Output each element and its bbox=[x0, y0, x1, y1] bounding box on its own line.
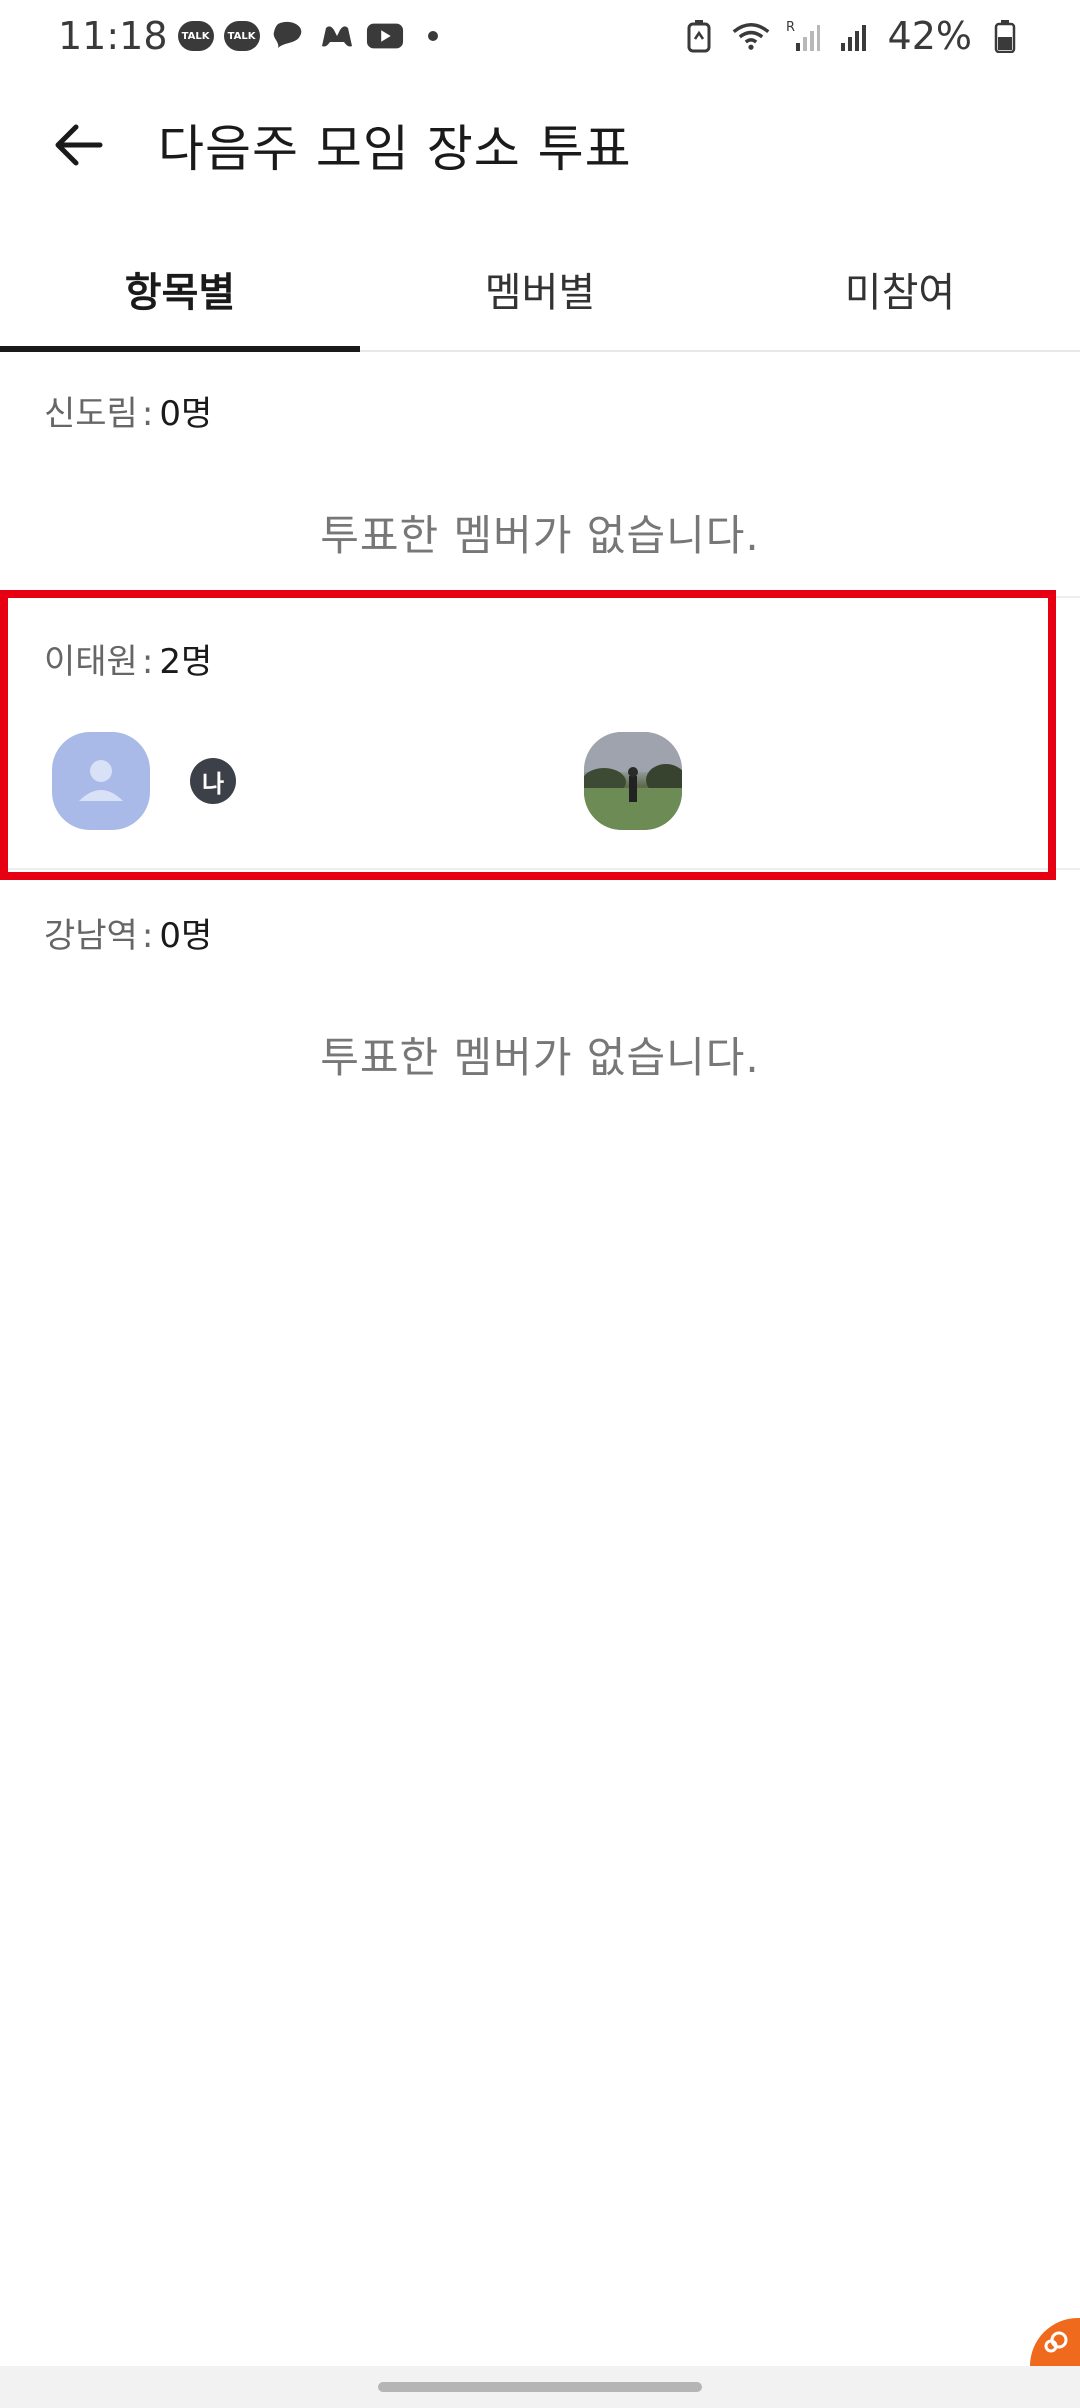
option-label: 이태원 : 2명 bbox=[44, 634, 212, 683]
link-icon bbox=[1044, 2331, 1068, 2353]
option-label: 신도림 : 0명 bbox=[44, 386, 212, 435]
me-badge: 나 bbox=[190, 758, 236, 804]
option-name: 신도림 bbox=[44, 394, 138, 434]
option-separator: : bbox=[141, 916, 154, 956]
wifi-icon bbox=[732, 20, 770, 52]
empty-voters-message: 투표한 멤버가 없습니다. bbox=[320, 511, 760, 560]
signal-roaming-icon: R bbox=[784, 20, 822, 52]
tab-bar: 항목별 멤버별 미참여 bbox=[0, 228, 1080, 352]
option-section-gangnam: 강남역 : 0명 투표한 멤버가 없습니다. bbox=[0, 870, 1080, 1120]
option-label: 강남역 : 0명 bbox=[44, 908, 212, 957]
floating-action-button[interactable] bbox=[1030, 2318, 1080, 2366]
option-section-itaewon: 이태원 : 2명 나 bbox=[0, 598, 1080, 870]
option-name: 이태원 bbox=[44, 642, 138, 682]
game-icon bbox=[318, 20, 356, 52]
battery-percent: 42% bbox=[887, 14, 972, 58]
youtube-icon bbox=[366, 20, 404, 52]
empty-voters-message: 투표한 멤버가 없습니다. bbox=[320, 1033, 760, 1082]
home-indicator[interactable] bbox=[378, 2382, 702, 2392]
signal-icon bbox=[836, 20, 874, 52]
option-count: 0명 bbox=[159, 916, 213, 956]
page-title: 다음주 모임 장소 투표 bbox=[158, 120, 632, 178]
avatar bbox=[52, 732, 150, 830]
profile-photo bbox=[584, 732, 682, 830]
battery-saver-icon bbox=[680, 20, 718, 53]
dot-icon bbox=[414, 20, 452, 52]
option-name: 강남역 bbox=[44, 916, 138, 956]
status-bar: 11:18 TALK TALK R 42% bbox=[0, 0, 1080, 72]
avatar bbox=[584, 732, 682, 830]
option-separator: : bbox=[141, 394, 154, 434]
battery-icon bbox=[986, 20, 1024, 53]
person-icon bbox=[79, 760, 123, 801]
status-right: R 42% bbox=[680, 14, 1024, 58]
tab-by-member[interactable]: 멤버별 bbox=[360, 228, 720, 350]
option-section-sindorim: 신도림 : 0명 투표한 멤버가 없습니다. bbox=[0, 352, 1080, 598]
chat-icon bbox=[270, 20, 308, 52]
screen: 11:18 TALK TALK R 42% 다음주 모임 장소 투표 항목별 멤… bbox=[0, 0, 1080, 2408]
status-left: 11:18 TALK TALK bbox=[58, 14, 452, 58]
app-header: 다음주 모임 장소 투표 bbox=[0, 72, 1080, 218]
tab-by-option[interactable]: 항목별 bbox=[0, 228, 360, 352]
option-separator: : bbox=[141, 642, 154, 682]
kakaotalk-icon: TALK bbox=[223, 21, 260, 51]
option-count: 2명 bbox=[159, 642, 213, 682]
voter-item[interactable] bbox=[584, 732, 682, 830]
navigation-bar bbox=[0, 2366, 1080, 2408]
svg-text:R: R bbox=[786, 20, 795, 35]
status-time: 11:18 bbox=[58, 14, 168, 58]
option-count: 0명 bbox=[159, 394, 213, 434]
back-button[interactable] bbox=[30, 97, 126, 193]
voter-item-me[interactable]: 나 bbox=[52, 732, 236, 830]
kakaotalk-icon: TALK bbox=[177, 21, 214, 51]
tab-not-voted[interactable]: 미참여 bbox=[720, 228, 1080, 350]
arrow-left-icon bbox=[55, 124, 103, 166]
